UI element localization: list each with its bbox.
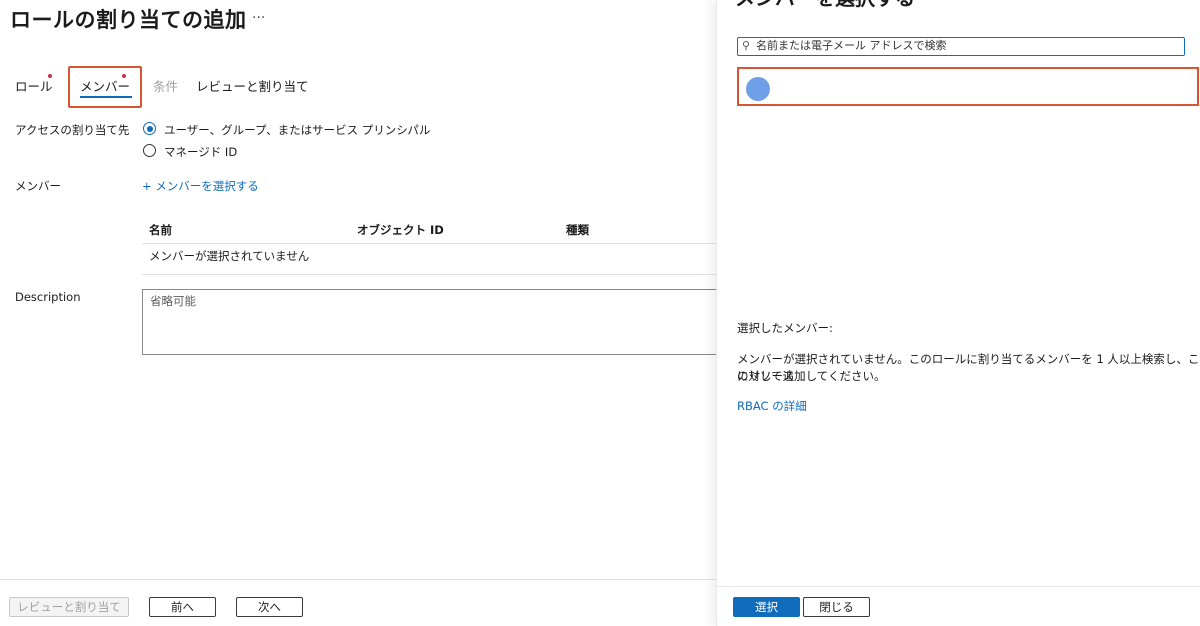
review-assign-button[interactable]: レビューと割り当て	[9, 597, 129, 617]
select-members-link-label: メンバーを選択する	[155, 179, 259, 193]
column-header-type[interactable]: 種類	[566, 222, 589, 238]
radio-user-group-sp-label[interactable]: ユーザー、グループ、またはサービス プリンシパル	[164, 122, 430, 138]
radio-user-group-sp[interactable]	[143, 122, 156, 135]
members-empty-text: メンバーが選択されていません	[149, 249, 310, 263]
search-icon: ⚲	[742, 39, 751, 52]
required-indicator	[122, 74, 126, 78]
description-label: Description	[15, 290, 81, 304]
tab-role[interactable]: ロール	[15, 76, 53, 95]
select-button[interactable]: 選択	[733, 597, 800, 617]
member-search-input[interactable]	[756, 38, 1176, 53]
search-result-item[interactable]	[737, 67, 1199, 106]
column-header-name[interactable]: 名前	[149, 222, 172, 238]
member-search-box[interactable]: ⚲	[737, 37, 1185, 56]
tab-review-assign-label: レビューと割り当て	[196, 79, 309, 94]
column-header-object-id[interactable]: オブジェクト ID	[357, 222, 444, 238]
previous-button[interactable]: 前へ	[149, 597, 216, 617]
active-tab-underline	[80, 96, 132, 98]
radio-managed-identity[interactable]	[143, 144, 156, 157]
no-selection-message-line2: に対して追加してください。	[737, 369, 886, 383]
assign-access-label: アクセスの割り当て先	[15, 123, 130, 137]
tab-members[interactable]: メンバー	[80, 76, 130, 95]
radio-managed-identity-label[interactable]: マネージド ID	[164, 144, 237, 160]
select-members-panel: メンバーを選択する ⚲ 選択したメンバー: メンバーが選択されていません。このロ…	[716, 0, 1200, 626]
members-label: メンバー	[15, 179, 61, 193]
table-header-divider	[142, 243, 716, 244]
tab-role-label: ロール	[15, 79, 53, 94]
description-placeholder: 省略可能	[150, 294, 196, 308]
close-button[interactable]: 閉じる	[803, 597, 870, 617]
avatar	[746, 77, 770, 101]
panel-footer-divider	[717, 586, 1200, 587]
table-bottom-divider	[142, 274, 716, 275]
footer-divider	[0, 579, 716, 580]
rbac-details-link[interactable]: RBAC の詳細	[737, 398, 807, 415]
select-members-link[interactable]: + メンバーを選択する	[142, 178, 259, 194]
tab-members-label: メンバー	[80, 79, 131, 94]
next-button[interactable]: 次へ	[236, 597, 303, 617]
page-title: ロールの割り当ての追加	[10, 8, 247, 32]
tab-conditions[interactable]: 条件	[153, 76, 178, 95]
selected-members-label: 選択したメンバー:	[737, 321, 833, 335]
tab-review-assign[interactable]: レビューと割り当て	[196, 76, 309, 95]
tab-conditions-label: 条件	[153, 79, 179, 94]
description-textarea[interactable]: 省略可能	[142, 289, 722, 355]
main-pane: ロールの割り当ての追加 ··· ロール メンバー 条件 レビューと割り当て アク…	[0, 0, 722, 626]
more-options-icon[interactable]: ···	[252, 10, 265, 26]
panel-title: メンバーを選択する	[735, 0, 915, 11]
required-indicator	[48, 74, 52, 78]
add-icon: +	[142, 179, 152, 193]
